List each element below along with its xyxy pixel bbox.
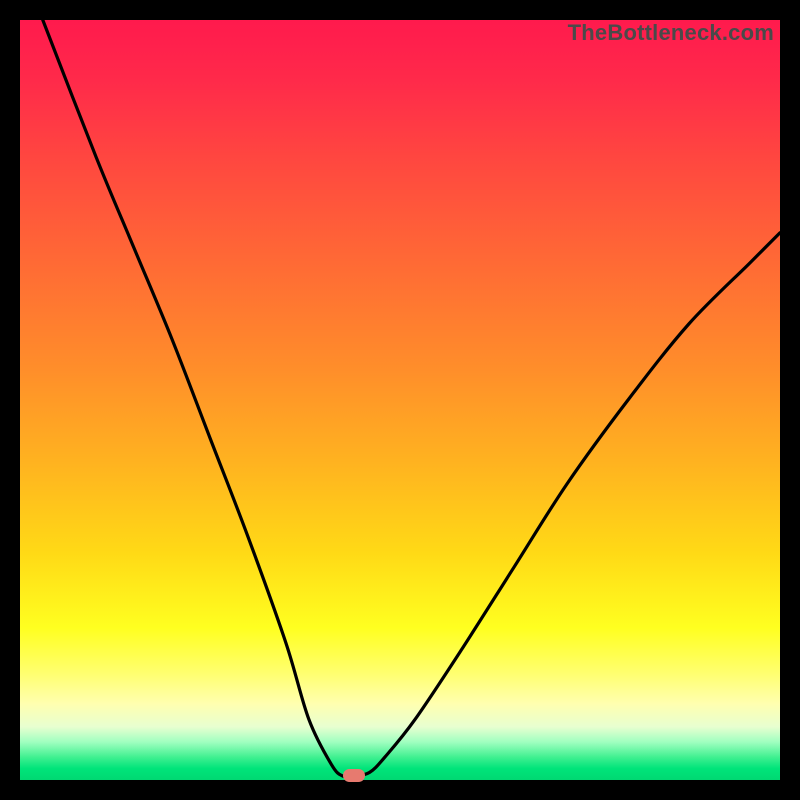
bottleneck-curve [20,20,780,780]
chart-frame: TheBottleneck.com [20,20,780,780]
minimum-marker [343,769,365,782]
